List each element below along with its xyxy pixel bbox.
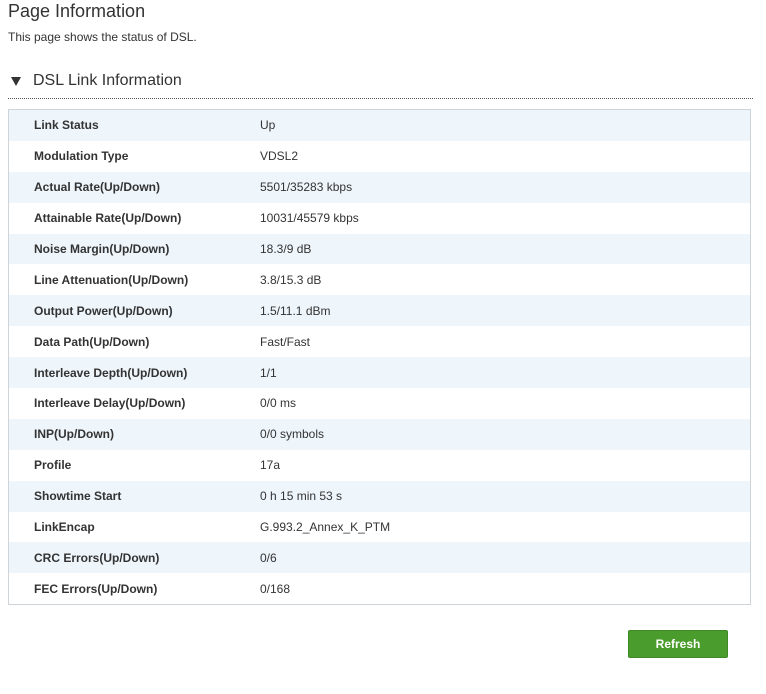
- row-label: LinkEncap: [8, 511, 260, 543]
- row-label: Interleave Depth(Up/Down): [8, 357, 260, 389]
- row-value: 5501/35283 kbps: [260, 171, 751, 203]
- row-value: 0/168: [260, 573, 751, 605]
- row-label: FEC Errors(Up/Down): [8, 573, 260, 605]
- table-row: INP(Up/Down) 0/0 symbols: [8, 418, 751, 450]
- row-label: INP(Up/Down): [8, 418, 260, 450]
- row-value: 0/6: [260, 542, 751, 574]
- row-value: Up: [260, 109, 751, 141]
- row-label: Data Path(Up/Down): [8, 326, 260, 358]
- page-description: This page shows the status of DSL.: [8, 30, 197, 44]
- row-value: 0/0 ms: [260, 388, 751, 419]
- table-row: Interleave Depth(Up/Down) 1/1: [8, 357, 751, 389]
- row-value: 10031/45579 kbps: [260, 202, 751, 234]
- row-value: 18.3/9 dB: [260, 233, 751, 265]
- table-row: Attainable Rate(Up/Down) 10031/45579 kbp…: [8, 202, 751, 234]
- row-value: 3.8/15.3 dB: [260, 264, 751, 296]
- table-row: Profile 17a: [8, 449, 751, 481]
- row-value: 1/1: [260, 357, 751, 389]
- row-value: Fast/Fast: [260, 326, 751, 358]
- row-label: Interleave Delay(Up/Down): [8, 388, 260, 419]
- table-row: FEC Errors(Up/Down) 0/168: [8, 573, 751, 605]
- table-row: Output Power(Up/Down) 1.5/11.1 dBm: [8, 295, 751, 327]
- row-label: CRC Errors(Up/Down): [8, 542, 260, 574]
- row-value: 0 h 15 min 53 s: [260, 480, 751, 512]
- row-value: 0/0 symbols: [260, 418, 751, 450]
- row-value: G.993.2_Annex_K_PTM: [260, 511, 751, 543]
- table-row: Link Status Up: [8, 109, 751, 141]
- row-label: Modulation Type: [8, 140, 260, 172]
- row-value: VDSL2: [260, 140, 751, 172]
- dsl-info-table: Link Status Up Modulation Type VDSL2 Act…: [8, 109, 751, 606]
- section-header-dsl-link-information[interactable]: DSL Link Information: [8, 68, 753, 99]
- row-label: Line Attenuation(Up/Down): [8, 264, 260, 296]
- triangle-down-icon[interactable]: [11, 77, 21, 86]
- row-label: Profile: [8, 449, 260, 481]
- table-row: Line Attenuation(Up/Down) 3.8/15.3 dB: [8, 264, 751, 296]
- table-row: LinkEncap G.993.2_Annex_K_PTM: [8, 511, 751, 543]
- table-row: Data Path(Up/Down) Fast/Fast: [8, 326, 751, 358]
- page-title: Page Information: [8, 1, 146, 21]
- table-row: Showtime Start 0 h 15 min 53 s: [8, 480, 751, 512]
- row-value: 1.5/11.1 dBm: [260, 295, 751, 327]
- row-label: Noise Margin(Up/Down): [8, 233, 260, 265]
- row-label: Showtime Start: [8, 480, 260, 512]
- row-value: 17a: [260, 449, 751, 481]
- row-label: Actual Rate(Up/Down): [8, 171, 260, 203]
- section-title: DSL Link Information: [33, 72, 182, 89]
- table-row: Interleave Delay(Up/Down) 0/0 ms: [8, 388, 751, 419]
- row-label: Attainable Rate(Up/Down): [8, 202, 260, 234]
- row-label: Output Power(Up/Down): [8, 295, 260, 327]
- table-row: Actual Rate(Up/Down) 5501/35283 kbps: [8, 171, 751, 203]
- table-row: Modulation Type VDSL2: [8, 140, 751, 172]
- refresh-button[interactable]: Refresh: [628, 630, 728, 658]
- table-row: CRC Errors(Up/Down) 0/6: [8, 542, 751, 574]
- row-label: Link Status: [8, 109, 260, 141]
- table-row: Noise Margin(Up/Down) 18.3/9 dB: [8, 233, 751, 265]
